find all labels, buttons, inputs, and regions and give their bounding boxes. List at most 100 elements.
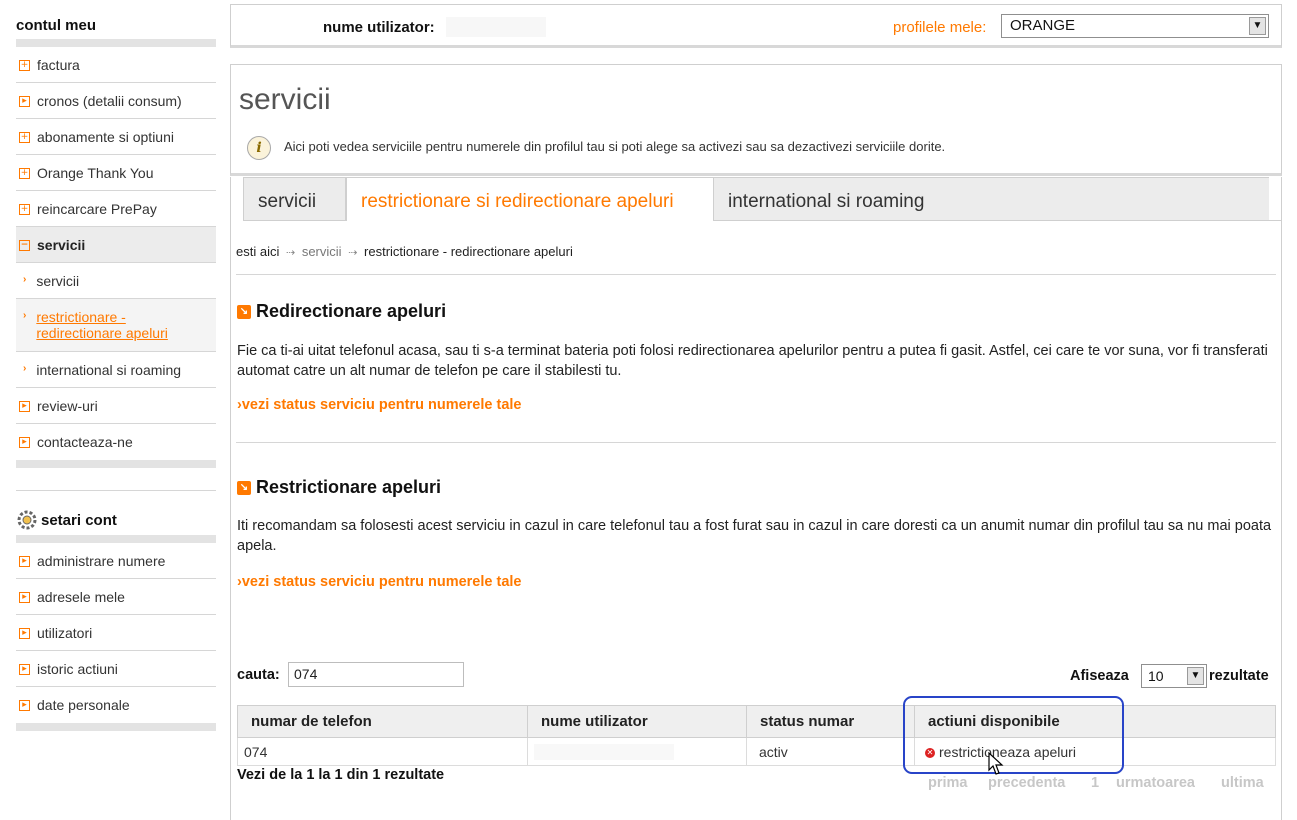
sidebar-subitem-servicii[interactable]: › servicii	[16, 263, 216, 299]
sidebar: contul meu + factura ▸ cronos (detalii c…	[16, 0, 216, 731]
settings-item-label: istoric actiuni	[37, 661, 118, 677]
tab-label: international si roaming	[728, 191, 925, 212]
column-header[interactable]: status numar	[746, 705, 915, 738]
pager-last[interactable]: ultima	[1221, 775, 1264, 791]
sidebar-item-label: servicii	[37, 237, 86, 253]
collapse-icon: −	[19, 240, 30, 251]
arrow-right-icon: ▸	[19, 592, 30, 603]
settings-item-adrese[interactable]: ▸ adresele mele	[16, 579, 216, 615]
sidebar-item-factura[interactable]: + factura	[16, 47, 216, 83]
settings-item-label: administrare numere	[37, 553, 166, 569]
divider	[236, 442, 1276, 443]
status-cell: activ	[746, 737, 915, 766]
sidebar-item-label: servicii	[36, 273, 80, 289]
top-bar: nume utilizator: profilele mele: ORANGE …	[230, 4, 1282, 48]
sidebar-item-review[interactable]: ▸ review-uri	[16, 388, 216, 424]
status-link-redirectionare[interactable]: ›vezi status serviciu pentru numerele ta…	[237, 397, 521, 413]
breadcrumb: esti aici ⇢ servicii ⇢ restrictionare - …	[236, 244, 573, 259]
tab-international-roaming[interactable]: international si roaming	[713, 177, 956, 221]
sidebar-item-reincarcare[interactable]: + reincarcare PrePay	[16, 191, 216, 227]
sidebar-item-thank-you[interactable]: + Orange Thank You	[16, 155, 216, 191]
section-desc-restrictionare: Iti recomandam sa folosesti acest servic…	[237, 518, 1272, 554]
tab-label: servicii	[258, 191, 317, 212]
tab-bar: servicii restrictionare si redirectionar…	[230, 177, 1282, 221]
highlight-annotation	[903, 696, 1124, 774]
page-size-suffix: rezultate	[1209, 668, 1269, 684]
sidebar-item-label: restrictionare - redirectionare apeluri	[36, 309, 168, 341]
sidebar-item-label: abonamente si optiuni	[37, 129, 174, 145]
breadcrumb-prefix: esti aici	[236, 244, 280, 259]
pager-previous[interactable]: precedenta	[988, 775, 1065, 791]
settings-title-label: setari cont	[41, 511, 117, 529]
sidebar-item-servicii[interactable]: − servicii	[16, 227, 216, 263]
arrow-right-icon: ▸	[19, 556, 30, 567]
sidebar-item-label: review-uri	[37, 398, 98, 414]
sidebar-item-label: reincarcare PrePay	[37, 201, 157, 217]
page-size-label: Afiseaza	[1070, 668, 1129, 684]
section-title-redirectionare: ↘ Redirectionare apeluri	[237, 301, 446, 322]
page-title: servicii	[239, 83, 331, 116]
pager-next[interactable]: urmatoarea	[1116, 775, 1195, 791]
expand-icon: +	[19, 204, 30, 215]
expand-icon: +	[19, 132, 30, 143]
sidebar-item-label: Orange Thank You	[37, 165, 154, 181]
username-value	[446, 17, 546, 37]
chevron-right-icon: ›	[23, 310, 27, 321]
settings-item-utilizatori[interactable]: ▸ utilizatori	[16, 615, 216, 651]
search-label: cauta:	[237, 667, 280, 683]
tab-servicii[interactable]: servicii	[243, 177, 346, 221]
profile-select-value: ORANGE	[1010, 17, 1076, 34]
chevron-down-icon[interactable]: ▼	[1187, 667, 1204, 685]
sidebar-subitem-international[interactable]: › international si roaming	[16, 352, 216, 388]
tab-restrictionare-redirectionare[interactable]: restrictionare si redirectionare apeluri	[346, 177, 714, 221]
arrow-down-right-icon: ↘	[237, 304, 251, 319]
mouse-cursor-icon	[988, 752, 1004, 775]
page-header: servicii i Aici poti vedea serviciile pe…	[230, 64, 1282, 176]
sidebar-title: contul meu	[16, 17, 97, 34]
pager-first[interactable]: prima	[928, 775, 968, 791]
arrow-right-icon: ⇢	[348, 247, 358, 259]
arrow-right-icon: ▸	[19, 628, 30, 639]
settings-item-istoric[interactable]: ▸ istoric actiuni	[16, 651, 216, 687]
profiles-label: profilele mele:	[893, 19, 987, 36]
user-cell	[527, 737, 747, 766]
status-link-restrictionare[interactable]: ›vezi status serviciu pentru numerele ta…	[237, 574, 521, 590]
profile-select[interactable]: ORANGE ▼	[1001, 14, 1269, 38]
tab-label: restrictionare si redirectionare apeluri	[361, 191, 674, 212]
arrow-right-icon: ▸	[19, 700, 30, 711]
sidebar-item-abonamente[interactable]: + abonamente si optiuni	[16, 119, 216, 155]
arrow-right-icon: ▸	[19, 437, 30, 448]
breadcrumb-link-servicii[interactable]: servicii	[302, 244, 342, 259]
chevron-right-icon: ›	[23, 363, 27, 374]
sidebar-item-label: factura	[37, 57, 80, 73]
arrow-down-right-icon: ↘	[237, 480, 251, 495]
results-count: Vezi de la 1 la 1 din 1 rezultate	[237, 767, 445, 783]
sidebar-item-label: contacteaza-ne	[37, 434, 133, 450]
column-header[interactable]: numar de telefon	[237, 705, 528, 738]
settings-title: setari cont	[16, 491, 216, 535]
settings-item-label: adresele mele	[37, 589, 125, 605]
section-desc-redirectionare: Fie ca ti-ai uitat telefonul acasa, sau …	[237, 343, 1268, 379]
settings-item-label: utilizatori	[37, 625, 93, 641]
status-link-text: vezi status serviciu pentru numerele tal…	[241, 574, 522, 590]
status-link-text: vezi status serviciu pentru numerele tal…	[241, 397, 522, 413]
chevron-down-icon[interactable]: ▼	[1249, 17, 1266, 35]
sidebar-item-cronos[interactable]: ▸ cronos (detalii consum)	[16, 83, 216, 119]
section-title-text: Redirectionare apeluri	[256, 301, 447, 321]
page-size-select[interactable]: 10 ▼	[1141, 664, 1207, 688]
settings-item-numere[interactable]: ▸ administrare numere	[16, 543, 216, 579]
settings-item-date[interactable]: ▸ date personale	[16, 687, 216, 723]
expand-icon: +	[19, 168, 30, 179]
username-label: nume utilizator:	[323, 19, 435, 36]
settings-item-label: date personale	[37, 697, 130, 713]
page-size-value: 10	[1148, 668, 1164, 684]
expand-icon: +	[19, 60, 30, 71]
section-title-restrictionare: ↘ Restrictionare apeluri	[237, 477, 441, 498]
arrow-right-icon: ⇢	[285, 247, 296, 259]
column-header[interactable]: nume utilizator	[527, 705, 747, 738]
pager-page-number[interactable]: 1	[1091, 775, 1099, 791]
sidebar-item-contact[interactable]: ▸ contacteaza-ne	[16, 424, 216, 460]
sidebar-subitem-restrictionare[interactable]: › restrictionare - redirectionare apelur…	[16, 299, 216, 352]
search-input[interactable]: 074	[288, 662, 464, 687]
chevron-right-icon: ›	[23, 274, 27, 285]
